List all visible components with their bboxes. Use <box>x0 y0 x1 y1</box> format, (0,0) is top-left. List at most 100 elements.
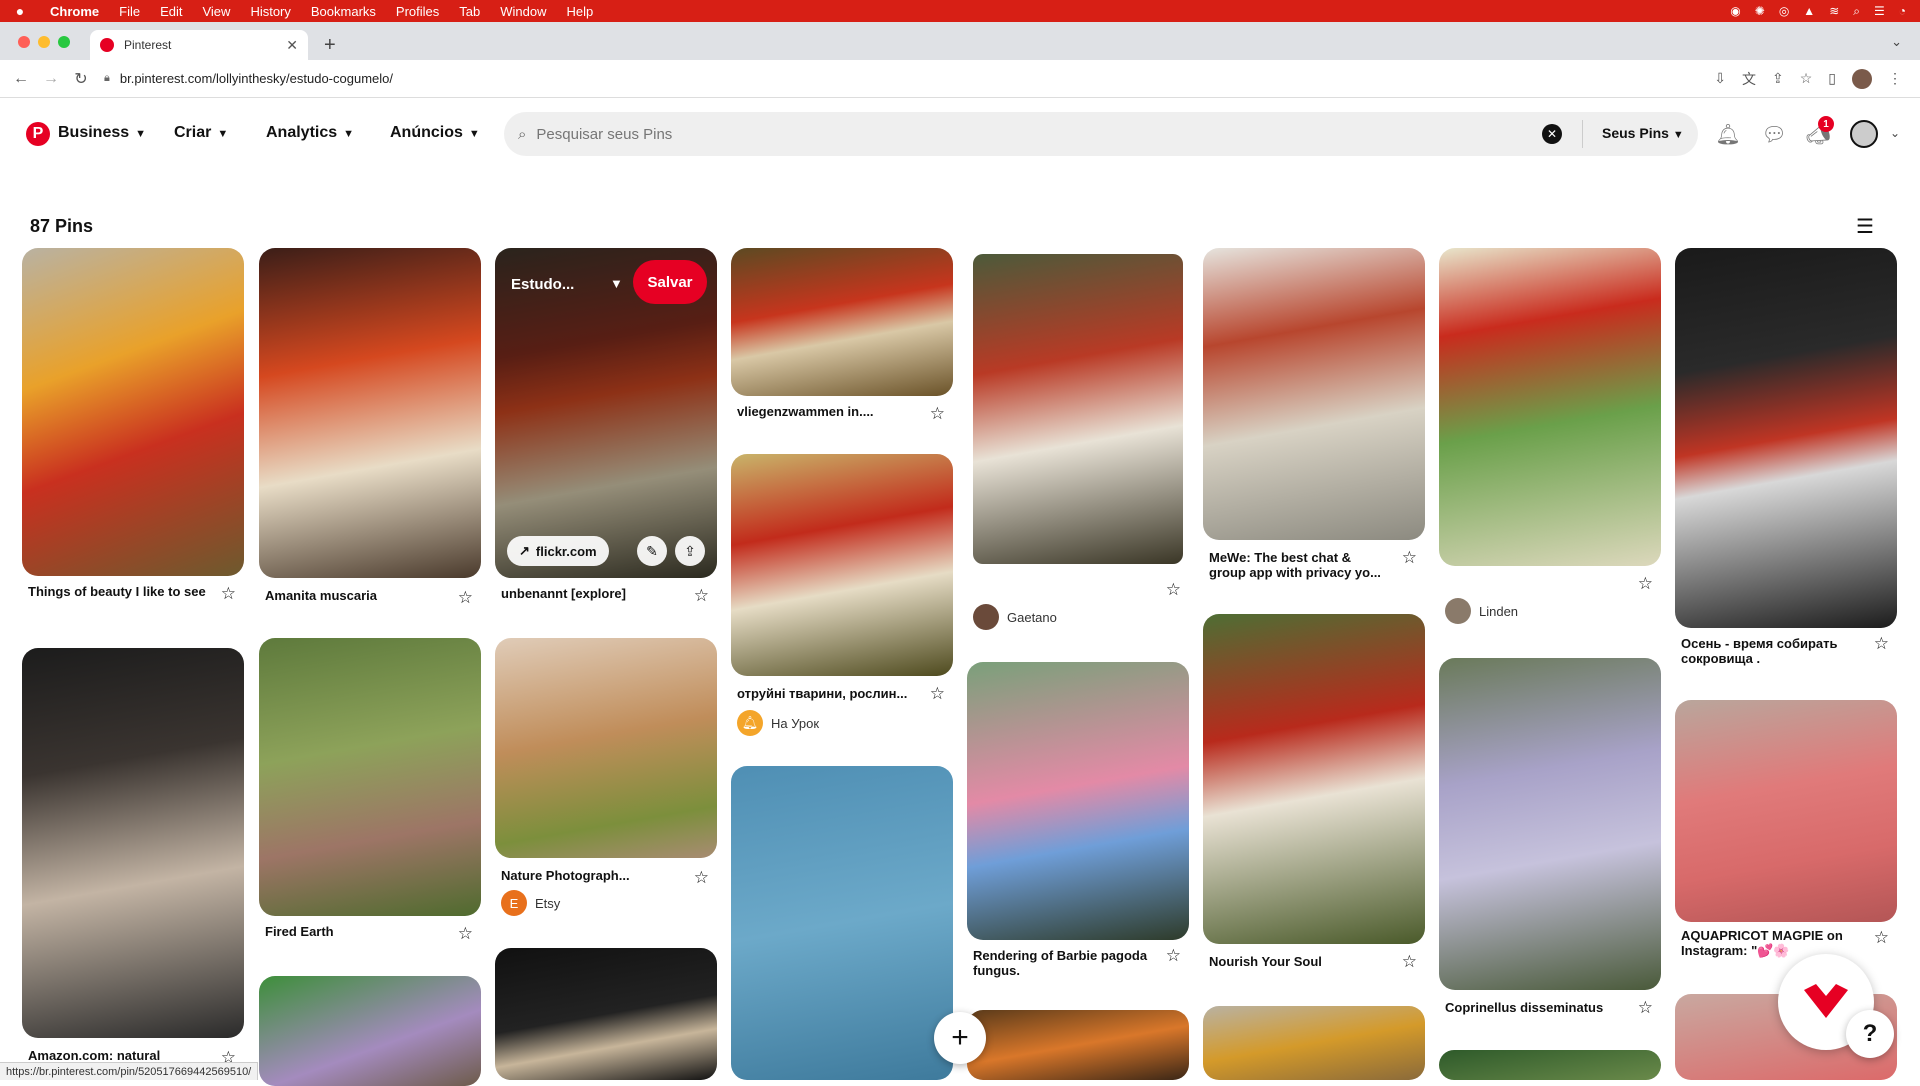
pin-title[interactable]: Things of beauty I like to see <box>28 584 208 599</box>
star-icon[interactable]: ☆ <box>1166 946 1181 966</box>
messages-icon[interactable]: 💬︎ <box>1762 122 1786 146</box>
pin-card-hovered[interactable]: Estudo... ▼ Salvar ↗ flickr.com ✎ ⇪ unbe… <box>495 248 717 628</box>
pin-author[interactable]: E Etsy <box>501 890 560 916</box>
filter-options-icon[interactable]: ☰ <box>1856 214 1874 239</box>
pin-card[interactable]: Rendering of Barbie pagoda fungus. ☆ <box>967 662 1189 982</box>
star-icon[interactable]: ☆ <box>1638 574 1653 594</box>
pin-author[interactable]: Linden <box>1445 598 1518 624</box>
url-text[interactable]: br.pinterest.com/lollyinthesky/estudo-co… <box>120 71 393 86</box>
pin-card[interactable] <box>1439 1050 1661 1080</box>
pin-card[interactable]: Things of beauty I like to see ☆ <box>22 248 244 628</box>
install-icon[interactable]: ⇩ <box>1714 70 1726 87</box>
user-avatar[interactable] <box>1850 120 1878 148</box>
clear-search-icon[interactable]: ✕ <box>1542 124 1562 144</box>
pin-title[interactable]: AQUAPRICOT MAGPIE on Instagram: "💕🌸 <box>1681 928 1865 958</box>
pin-card[interactable]: Coprinellus disseminatus ☆ <box>1439 658 1661 1018</box>
pin-image[interactable] <box>731 766 953 1080</box>
pin-image[interactable] <box>1203 614 1425 944</box>
pin-image[interactable] <box>731 454 953 676</box>
nav-business[interactable]: Business ▼ <box>58 124 146 142</box>
notifications-bell-icon[interactable]: 🔔︎ <box>1716 122 1740 146</box>
pin-image[interactable] <box>1675 248 1897 628</box>
pin-title[interactable]: отруйні тварини, рослин... <box>737 686 917 701</box>
pin-title[interactable]: Coprinellus disseminatus <box>1445 1000 1625 1015</box>
pin-image[interactable] <box>495 948 717 1080</box>
nav-anuncios[interactable]: Anúncios ▼ <box>390 124 480 142</box>
star-icon[interactable]: ☆ <box>694 868 709 888</box>
star-icon[interactable]: ☆ <box>1402 952 1417 972</box>
menu-help[interactable]: Help <box>557 4 604 19</box>
apple-icon[interactable]: ● <box>0 3 40 19</box>
star-icon[interactable]: ☆ <box>1402 548 1417 568</box>
pin-image[interactable] <box>22 648 244 1038</box>
pin-card[interactable]: Осень - время собирать сокровища . ☆ <box>1675 248 1897 668</box>
pin-image[interactable] <box>1675 700 1897 922</box>
wifi-icon[interactable]: ≋ <box>1829 4 1839 18</box>
pin-image[interactable] <box>495 638 717 858</box>
translate-icon[interactable]: 文 <box>1742 69 1756 89</box>
spotlight-icon[interactable]: ⌕ <box>1853 4 1860 19</box>
profile-avatar[interactable] <box>1852 69 1872 89</box>
nav-criar[interactable]: Criar ▼ <box>174 124 228 142</box>
star-icon[interactable]: ☆ <box>458 588 473 608</box>
reload-button[interactable]: ↻ <box>66 69 96 89</box>
pin-image[interactable]: Estudo... ▼ Salvar ↗ flickr.com ✎ ⇪ <box>495 248 717 578</box>
close-window-button[interactable] <box>18 36 30 48</box>
board-select-label[interactable]: Estudo... <box>511 276 574 293</box>
board-chevron-icon[interactable]: ▼ <box>610 276 623 291</box>
pin-card[interactable]: отруйні тварини, рослин... ☆ 🔔︎ На Урок <box>731 454 953 734</box>
pin-image[interactable] <box>967 1010 1189 1080</box>
pin-author[interactable]: Gaetano <box>973 604 1057 630</box>
star-icon[interactable]: ☆ <box>458 924 473 944</box>
source-link-button[interactable]: ↗ flickr.com <box>507 536 609 566</box>
star-icon[interactable]: ☆ <box>930 684 945 704</box>
clock-icon[interactable]: ◔ <box>1899 4 1906 18</box>
add-pin-button[interactable]: + <box>934 1012 986 1064</box>
pin-card[interactable]: Nourish Your Soul ☆ <box>1203 614 1425 974</box>
pin-image[interactable] <box>1203 1006 1425 1080</box>
star-icon[interactable]: ☆ <box>930 404 945 424</box>
search-bar[interactable]: ⌕ ✕ Seus Pins ▼ <box>504 112 1698 156</box>
pin-card[interactable] <box>731 766 953 1080</box>
edit-pencil-icon[interactable]: ✎ <box>637 536 667 566</box>
menu-profiles[interactable]: Profiles <box>386 4 449 19</box>
browser-tab-pinterest[interactable]: Pinterest ✕ <box>90 30 308 60</box>
star-icon[interactable]: ☆ <box>694 586 709 606</box>
sidepanel-icon[interactable]: ▯ <box>1828 70 1836 87</box>
pin-image[interactable] <box>1439 1050 1661 1080</box>
pin-image[interactable] <box>967 248 1189 570</box>
pin-image[interactable] <box>259 638 481 916</box>
pin-title[interactable]: Amazon.com: natural <box>28 1048 208 1063</box>
share-upload-icon[interactable]: ⇪ <box>675 536 705 566</box>
pin-card[interactable] <box>1203 1006 1425 1080</box>
pin-card[interactable]: MeWe: The best chat & group app with pri… <box>1203 248 1425 588</box>
menu-bookmarks[interactable]: Bookmarks <box>301 4 386 19</box>
status-sync-icon[interactable]: ◎ <box>1779 4 1789 18</box>
tab-search-chevron-icon[interactable]: ⌄ <box>1891 34 1902 50</box>
pin-title[interactable]: Rendering of Barbie pagoda fungus. <box>973 948 1153 978</box>
menu-history[interactable]: History <box>240 4 300 19</box>
menu-view[interactable]: View <box>192 4 240 19</box>
star-icon[interactable]: ☆ <box>1874 634 1889 654</box>
star-icon[interactable]: ☆ <box>221 584 236 604</box>
pin-author[interactable]: 🔔︎ На Урок <box>737 710 819 736</box>
pin-title[interactable]: MeWe: The best chat & group app with pri… <box>1209 550 1385 580</box>
bookmark-star-icon[interactable]: ☆ <box>1800 70 1813 87</box>
pin-title[interactable]: Nature Photograph... <box>501 868 681 883</box>
pin-image[interactable] <box>22 248 244 576</box>
pin-card[interactable]: Nature Photograph... ☆ E Etsy <box>495 638 717 918</box>
new-tab-button[interactable]: + <box>324 34 336 57</box>
menu-window[interactable]: Window <box>490 4 556 19</box>
pin-card[interactable]: Amanita muscaria ☆ <box>259 248 481 628</box>
minimize-window-button[interactable] <box>38 36 50 48</box>
help-button[interactable]: ? <box>1846 1010 1894 1058</box>
pin-card[interactable] <box>495 948 717 1080</box>
pin-image[interactable] <box>1203 248 1425 540</box>
nav-analytics[interactable]: Analytics ▼ <box>266 124 354 142</box>
pin-image[interactable] <box>259 976 481 1086</box>
forward-button[interactable]: → <box>36 70 66 88</box>
pin-image[interactable] <box>731 248 953 396</box>
pin-card[interactable] <box>259 976 481 1086</box>
chrome-menu-icon[interactable]: ⋮ <box>1888 70 1902 87</box>
control-center-icon[interactable]: ☰ <box>1874 4 1885 18</box>
